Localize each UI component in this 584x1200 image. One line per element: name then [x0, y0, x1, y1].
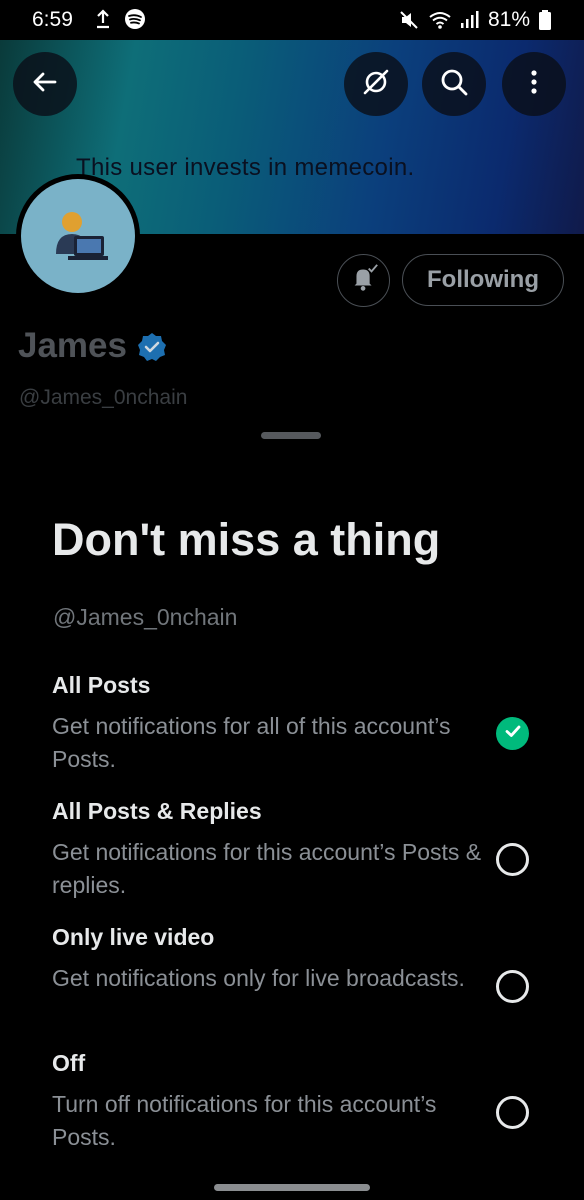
wifi-icon: [428, 9, 451, 31]
sheet-handle: @James_0nchain: [53, 604, 238, 630]
signal-icon: [458, 9, 480, 31]
radio-unselected[interactable]: [496, 970, 529, 1003]
profile-handle: @James_0nchain: [19, 386, 188, 409]
sheet-drag-handle[interactable]: [261, 432, 321, 439]
status-time: 6:59: [32, 8, 73, 31]
grok-icon: [359, 65, 393, 104]
option-only-live-video[interactable]: Only live video Get notifications only f…: [52, 924, 552, 1034]
avatar[interactable]: [16, 174, 140, 298]
avatar-image: [21, 179, 135, 293]
option-off[interactable]: Off Turn off notifications for this acco…: [52, 1050, 552, 1160]
back-button[interactable]: [13, 52, 77, 116]
grok-button[interactable]: [344, 52, 408, 116]
radio-unselected[interactable]: [496, 1096, 529, 1129]
option-title: Only live video: [52, 924, 215, 950]
search-button[interactable]: [422, 52, 486, 116]
search-icon: [437, 65, 471, 104]
battery-icon: [538, 9, 552, 31]
option-title: Off: [52, 1050, 86, 1076]
notifications-button[interactable]: [337, 254, 390, 307]
banner-text: This user invests in memecoin.: [76, 154, 415, 181]
mute-icon: [398, 9, 420, 31]
spotify-icon: [124, 8, 146, 30]
back-arrow-icon: [28, 65, 62, 104]
more-vert-icon: [517, 65, 551, 104]
more-button[interactable]: [502, 52, 566, 116]
profile-name: James: [18, 326, 127, 365]
option-description: Get notifications for all of this accoun…: [52, 713, 451, 772]
following-button[interactable]: Following: [402, 254, 564, 306]
sheet-title: Don't miss a thing: [52, 514, 441, 565]
verified-badge-icon: [137, 331, 167, 361]
checkmark-icon: [503, 721, 523, 746]
option-description: Get notifications only for live broadcas…: [52, 965, 465, 991]
option-all-posts-replies[interactable]: All Posts & Replies Get notifications fo…: [52, 798, 552, 908]
home-indicator[interactable]: [214, 1184, 370, 1191]
option-title: All Posts: [52, 672, 151, 698]
upload-icon: [92, 8, 114, 30]
option-description: Turn off notifications for this account’…: [52, 1091, 437, 1150]
status-bar: 6:59 81%: [0, 0, 584, 40]
bell-check-icon: [348, 262, 380, 299]
option-title: All Posts & Replies: [52, 798, 262, 824]
radio-selected[interactable]: [496, 717, 529, 750]
avatar-figure: [56, 212, 108, 260]
profile-name-row: James: [18, 326, 167, 366]
option-all-posts[interactable]: All Posts Get notifications for all of t…: [52, 672, 552, 782]
battery-percent: 81%: [487, 8, 530, 31]
radio-unselected[interactable]: [496, 843, 529, 876]
option-description: Get notifications for this account’s Pos…: [52, 839, 482, 898]
